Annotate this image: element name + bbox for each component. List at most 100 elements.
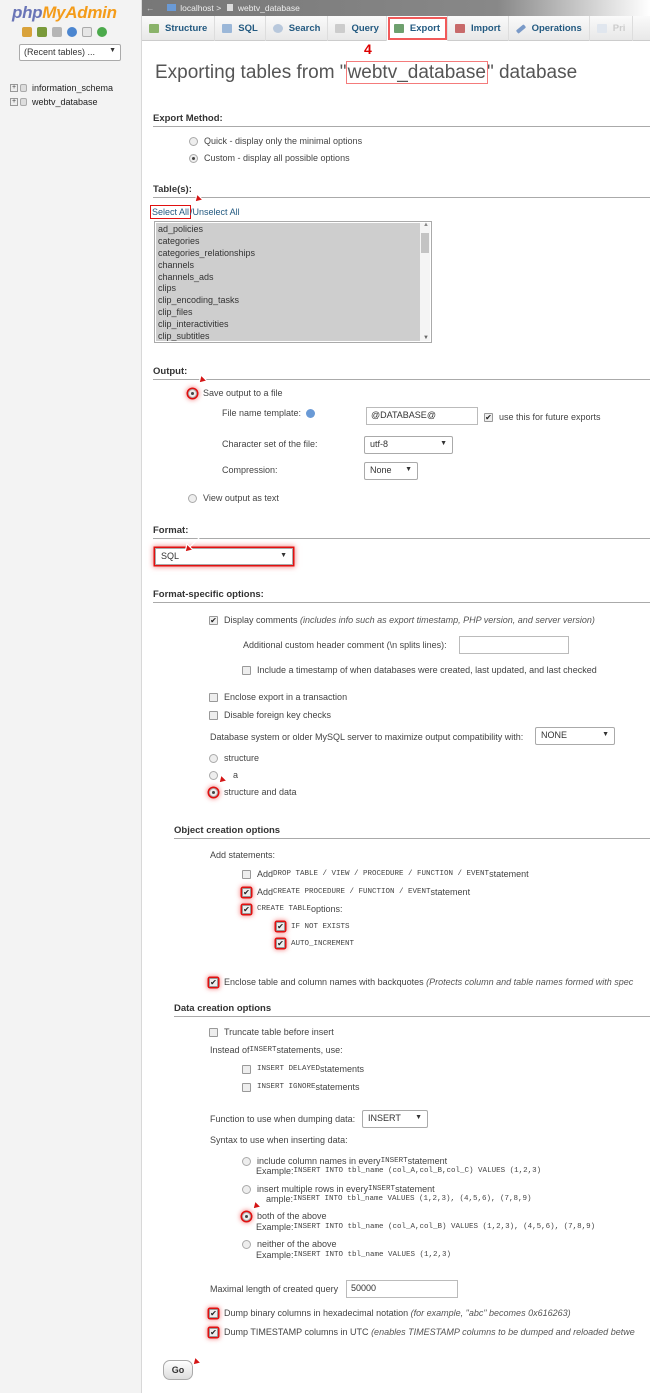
db-tree-item[interactable]: + information_schema xyxy=(10,83,113,93)
checkbox-checked[interactable]: ✔ xyxy=(242,904,251,914)
recent-tables-select[interactable]: (Recent tables) ... ▼ xyxy=(19,44,121,61)
checkbox-checked[interactable]: ✔ xyxy=(209,615,218,625)
table-option[interactable]: channels xyxy=(156,259,420,271)
add-create-procedure-checkbox[interactable]: ✔ Add CREATE PROCEDURE / FUNCTION / EVENT… xyxy=(242,887,470,897)
breadcrumb-database[interactable]: webtv_database xyxy=(238,3,300,13)
tab-privileges[interactable]: Pri xyxy=(590,16,634,41)
scroll-up-icon[interactable]: ▲ xyxy=(423,222,429,228)
tab-query[interactable]: Query xyxy=(328,16,387,41)
db-tree-item[interactable]: + webtv_database xyxy=(10,97,98,107)
create-table-options-checkbox[interactable]: ✔ CREATE TABLE options: xyxy=(242,904,343,914)
format-select[interactable]: SQL ▼ xyxy=(155,548,293,565)
radio-button[interactable] xyxy=(242,1156,251,1166)
checkbox-checked[interactable]: ✔ xyxy=(209,1308,218,1318)
expand-icon[interactable]: + xyxy=(10,84,18,92)
syntax-both-radio[interactable]: both of the above xyxy=(242,1211,327,1221)
collapse-arrow-icon[interactable]: ← xyxy=(146,3,155,13)
checkbox[interactable] xyxy=(209,710,218,720)
table-option[interactable]: clips xyxy=(156,282,420,294)
checkbox[interactable] xyxy=(242,665,251,675)
syntax-column-names-radio[interactable]: include column names in every INSERT sta… xyxy=(242,1156,447,1166)
add-drop-checkbox[interactable]: Add DROP TABLE / VIEW / PROCEDURE / FUNC… xyxy=(242,869,529,879)
syntax-neither-radio[interactable]: neither of the above xyxy=(242,1239,337,1249)
function-select[interactable]: INSERT ▼ xyxy=(362,1110,428,1128)
hex-binary-checkbox[interactable]: ✔ Dump binary columns in hexadecimal nota… xyxy=(209,1308,571,1318)
future-exports-checkbox[interactable]: ✔ use this for future exports xyxy=(484,412,601,422)
select-all-link[interactable]: Select All xyxy=(149,205,192,219)
table-option[interactable]: ad_policies xyxy=(156,223,420,235)
breadcrumb-server[interactable]: localhost xyxy=(180,3,214,13)
table-option[interactable]: clip_interactivities xyxy=(156,318,420,330)
docs-icon[interactable] xyxy=(82,27,92,37)
tab-operations[interactable]: Operations xyxy=(509,16,590,41)
reload-icon[interactable] xyxy=(97,27,107,37)
radio-button[interactable] xyxy=(242,1211,251,1221)
custom-method-radio[interactable]: Custom - display all possible options xyxy=(189,153,350,163)
checkbox-checked[interactable]: ✔ xyxy=(209,977,218,987)
unselect-all-link[interactable]: Unselect All xyxy=(193,207,240,217)
checkbox[interactable] xyxy=(242,1082,251,1092)
custom-header-input[interactable] xyxy=(459,636,569,654)
compatibility-select[interactable]: NONE ▼ xyxy=(535,727,615,745)
radio-button[interactable] xyxy=(242,1184,251,1194)
syntax-multiple-rows-radio[interactable]: insert multiple rows in every INSERT sta… xyxy=(242,1184,435,1194)
radio-button[interactable] xyxy=(188,388,197,398)
insert-ignore-checkbox[interactable]: INSERT IGNORE statements xyxy=(242,1082,360,1092)
if-not-exists-checkbox[interactable]: ✔ IF NOT EXISTS xyxy=(276,922,350,931)
checkbox-checked[interactable]: ✔ xyxy=(484,412,493,422)
checkbox[interactable] xyxy=(209,1027,218,1037)
radio-button[interactable] xyxy=(209,787,218,797)
tab-export[interactable]: Export xyxy=(386,16,449,41)
scrollbar-thumb[interactable] xyxy=(421,233,429,253)
exit-icon[interactable] xyxy=(37,27,47,37)
quick-method-radio[interactable]: Quick - display only the minimal options xyxy=(189,136,362,146)
tab-import[interactable]: Import xyxy=(448,16,509,41)
radio-button[interactable] xyxy=(209,770,218,780)
radio-button[interactable] xyxy=(189,136,198,146)
table-option[interactable]: categories xyxy=(156,235,420,247)
radio-button[interactable] xyxy=(189,153,198,163)
checkbox-checked[interactable]: ✔ xyxy=(276,922,285,931)
table-option[interactable]: clip_subtitles xyxy=(156,330,420,341)
tab-structure[interactable]: Structure xyxy=(142,16,216,41)
phpmyadmin-logo[interactable]: phpMyAdmin xyxy=(12,3,117,23)
enclose-transaction-checkbox[interactable]: Enclose export in a transaction xyxy=(209,692,347,702)
max-query-length-input[interactable]: 50000 xyxy=(346,1280,458,1298)
tab-sql[interactable]: SQL xyxy=(215,16,266,41)
help-icon[interactable] xyxy=(306,408,316,418)
table-option[interactable]: clip_encoding_tasks xyxy=(156,294,420,306)
tables-multiselect[interactable]: ad_policies categories categories_relation… xyxy=(154,221,432,343)
checkbox[interactable] xyxy=(242,1064,251,1074)
dump-structure-and-data-radio[interactable]: structure and data xyxy=(209,787,297,797)
file-name-template-input[interactable]: @DATABASE@ xyxy=(366,407,478,425)
display-comments-checkbox[interactable]: ✔ Display comments (includes info such as… xyxy=(209,615,595,625)
save-to-file-radio[interactable]: Save output to a file xyxy=(188,388,283,398)
compression-select[interactable]: None ▼ xyxy=(364,462,418,480)
checkbox[interactable] xyxy=(242,869,251,879)
disable-fk-checkbox[interactable]: Disable foreign key checks xyxy=(209,710,331,720)
insert-delayed-checkbox[interactable]: INSERT DELAYED statements xyxy=(242,1064,364,1074)
checkbox-checked[interactable]: ✔ xyxy=(209,1327,218,1337)
table-option[interactable]: clip_files xyxy=(156,306,420,318)
radio-button[interactable] xyxy=(188,493,197,503)
help-icon[interactable] xyxy=(67,27,77,37)
tab-search[interactable]: Search xyxy=(266,16,329,41)
scroll-down-icon[interactable]: ▼ xyxy=(423,335,429,341)
utc-timestamp-checkbox[interactable]: ✔ Dump TIMESTAMP columns in UTC (enables … xyxy=(209,1327,635,1337)
expand-icon[interactable]: + xyxy=(10,98,18,106)
table-option[interactable]: channels_ads xyxy=(156,271,420,283)
console-icon[interactable] xyxy=(52,27,62,37)
include-timestamp-checkbox[interactable]: Include a timestamp of when databases we… xyxy=(242,665,597,675)
radio-button[interactable] xyxy=(242,1239,251,1249)
checkbox-checked[interactable]: ✔ xyxy=(242,887,251,897)
auto-increment-checkbox[interactable]: ✔ AUTO_INCREMENT xyxy=(276,939,354,948)
dump-structure-radio[interactable]: structure xyxy=(209,753,259,763)
radio-button[interactable] xyxy=(209,753,218,763)
view-as-text-radio[interactable]: View output as text xyxy=(188,493,279,503)
charset-select[interactable]: utf-8 ▼ xyxy=(364,436,453,454)
backquotes-checkbox[interactable]: ✔ Enclose table and column names with bac… xyxy=(209,977,633,987)
truncate-checkbox[interactable]: Truncate table before insert xyxy=(209,1027,334,1037)
home-icon[interactable] xyxy=(22,27,32,37)
table-option[interactable]: categories_relationships xyxy=(156,247,420,259)
checkbox-checked[interactable]: ✔ xyxy=(276,939,285,948)
